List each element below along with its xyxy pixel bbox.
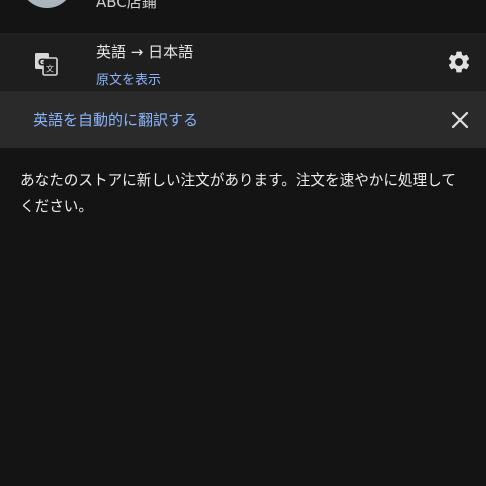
message-body: あなたのストアに新しい注文があります。注文を速やかに処理してください。 bbox=[20, 172, 456, 215]
show-original-link[interactable]: 原文を表示 bbox=[96, 69, 161, 88]
avatar[interactable] bbox=[20, 0, 74, 8]
svg-text:文: 文 bbox=[46, 64, 54, 74]
auto-translate-bar: 英語を自動的に翻訳する bbox=[0, 91, 486, 148]
conversation-header: ABC店鋪 bbox=[0, 0, 486, 33]
google-translate-icon: G 文 bbox=[35, 53, 58, 76]
header-title: ABC店鋪 bbox=[96, 0, 157, 11]
translation-bar: G 文 英語 → 日本語 原文を表示 bbox=[0, 33, 486, 91]
svg-text:G: G bbox=[38, 58, 46, 69]
close-icon[interactable] bbox=[448, 108, 472, 132]
gear-icon[interactable] bbox=[446, 49, 472, 75]
auto-translate-button[interactable]: 英語を自動的に翻訳する bbox=[33, 109, 198, 130]
language-pair: 英語 → 日本語 bbox=[96, 43, 194, 61]
